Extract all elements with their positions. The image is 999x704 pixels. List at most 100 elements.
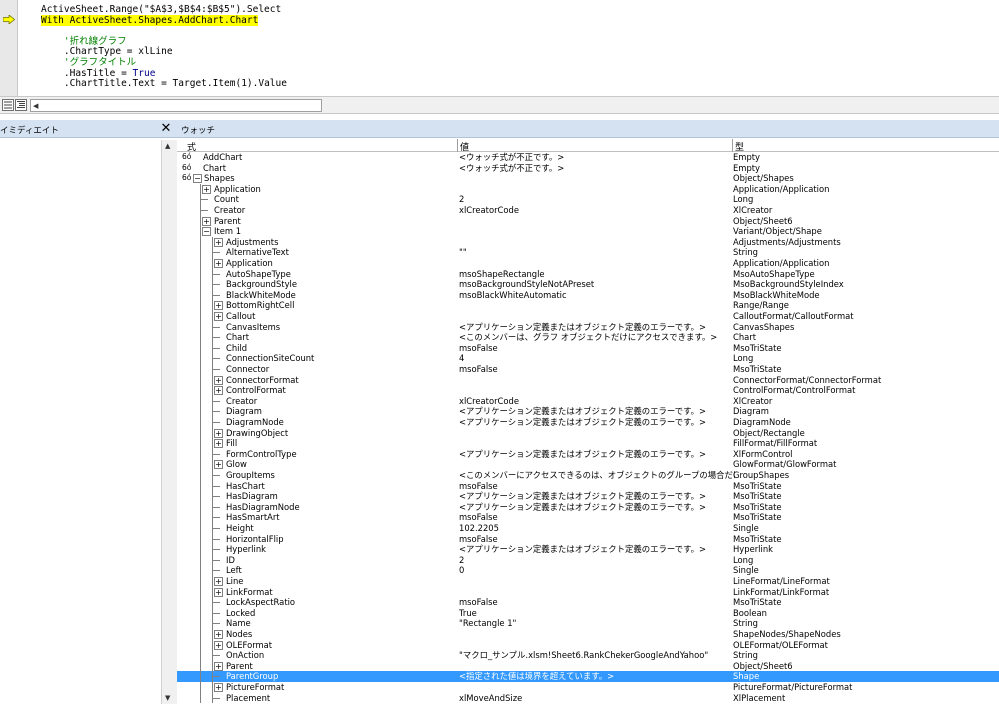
watch-row[interactable]: 6ó AddChart <ウォッチ式が不正です。> Empty — [177, 152, 999, 163]
watch-value[interactable]: <アプリケーション定義またはオブジェクト定義のエラーです。> — [459, 502, 735, 513]
column-divider[interactable] — [457, 139, 458, 152]
watch-row[interactable]: Height 102.2205 Single — [177, 523, 999, 534]
code-line[interactable]: .ChartTitle.Text = Target.Item(1).Value — [41, 78, 287, 90]
watch-row[interactable]: HasDiagramNode <アプリケーション定義またはオブジェクト定義のエラー… — [177, 501, 999, 513]
watch-row[interactable]: OnAction "マクロ_サンプル.xlsm!Sheet6.RankCheker… — [177, 650, 999, 661]
watch-value[interactable]: msoFalse — [459, 534, 735, 545]
watch-row[interactable]: ID 2 Long — [177, 554, 999, 566]
scroll-left-icon[interactable]: ◀ — [33, 102, 38, 110]
scroll-down-icon[interactable]: ▼ — [165, 694, 170, 702]
watch-value[interactable]: 2 — [459, 194, 735, 205]
watch-row[interactable]: + ConnectorFormat ConnectorFormat/Connecto… — [177, 374, 999, 386]
scroll-up-icon[interactable]: ▲ — [165, 142, 170, 150]
watch-row[interactable]: + OLEFormat OLEFormat/OLEFormat — [177, 639, 999, 651]
watch-row[interactable]: + Callout CalloutFormat/CalloutFormat — [177, 311, 999, 322]
code-lines[interactable]: ActiveSheet.Range("$A$3,$B$4:$B$5").Sele… — [41, 4, 287, 90]
watch-row[interactable]: HasChart msoFalse MsoTriState — [177, 480, 999, 492]
watch-value[interactable]: True — [459, 608, 735, 619]
watch-value[interactable]: msoFalse — [459, 512, 735, 523]
watch-value[interactable]: "Rectangle 1" — [459, 618, 735, 629]
watch-value[interactable]: <アプリケーション定義またはオブジェクト定義のエラーです。> — [459, 491, 735, 502]
watch-row[interactable]: LockAspectRatio msoFalse MsoTriState — [177, 597, 999, 608]
watch-row[interactable]: Connector msoFalse MsoTriState — [177, 364, 999, 375]
watch-row[interactable]: ConnectionSiteCount 4 Long — [177, 353, 999, 364]
watch-value[interactable]: <ウォッチ式が不正です。> — [459, 152, 735, 163]
watch-value[interactable]: <ウォッチ式が不正です。> — [459, 163, 735, 174]
watch-value[interactable]: <アプリケーション定義またはオブジェクト定義のエラーです。> — [459, 417, 735, 428]
watch-row[interactable]: Creator xlCreatorCode XlCreator — [177, 395, 999, 407]
watch-row[interactable]: + Glow GlowFormat/GlowFormat — [177, 459, 999, 470]
watch-value[interactable]: 4 — [459, 353, 735, 364]
watch-row[interactable]: + Adjustments Adjustments/Adjustments — [177, 236, 999, 248]
watch-value[interactable]: xlMoveAndSize — [459, 693, 735, 704]
watch-row[interactable]: Name "Rectangle 1" String — [177, 618, 999, 629]
watch-value[interactable]: <アプリケーション定義またはオブジェクト定義のエラーです。> — [459, 406, 735, 417]
watch-row[interactable]: + PictureFormat PictureFormat/PictureForma… — [177, 682, 999, 693]
collapse-icon[interactable]: − — [193, 174, 202, 184]
code-line[interactable]: With ActiveSheet.Shapes.AddChart.Chart — [41, 14, 287, 27]
watch-value[interactable]: msoFalse — [459, 364, 735, 375]
expand-icon[interactable]: + — [214, 237, 223, 247]
watch-row[interactable]: Diagram <アプリケーション定義またはオブジェクト定義のエラーです。> Dia… — [177, 406, 999, 417]
watch-row[interactable]: HorizontalFlip msoFalse MsoTriState — [177, 533, 999, 545]
watch-window[interactable]: ウォッチ 式 値 型 6ó AddChart <ウォッチ式が不正です。> Empty 6… — [177, 120, 999, 704]
watch-row[interactable]: + Nodes ShapeNodes/ShapeNodes — [177, 629, 999, 640]
code-horizontal-scrollbar[interactable]: ◀ — [30, 99, 322, 112]
column-divider[interactable] — [732, 139, 733, 152]
procedure-view-button[interactable] — [2, 99, 14, 111]
watch-value[interactable]: msoFalse — [459, 343, 735, 354]
watch-value[interactable]: <指定された値は境界を超えています。> — [459, 671, 735, 682]
expand-icon[interactable]: + — [214, 428, 223, 438]
watch-row[interactable]: Count 2 Long — [177, 194, 999, 205]
expand-icon[interactable]: + — [214, 439, 223, 449]
watch-row[interactable]: Hyperlink <アプリケーション定義またはオブジェクト定義のエラーです。> H… — [177, 544, 999, 555]
expand-icon[interactable]: + — [202, 184, 211, 194]
watch-row[interactable]: + ControlFormat ControlFormat/ControlForma… — [177, 385, 999, 396]
watch-value[interactable]: "マクロ_サンプル.xlsm!Sheet6.RankChekerGoogleAn… — [459, 650, 735, 661]
watch-row[interactable]: GroupItems <このメンバーにアクセスできるのは、オブジェクトのグループの… — [177, 470, 999, 481]
watch-row[interactable]: − Item 1 Variant/Object/Shape — [177, 226, 999, 237]
code-editor[interactable]: ActiveSheet.Range("$A$3,$B$4:$B$5").Sele… — [0, 0, 999, 96]
watch-value[interactable]: 2 — [459, 555, 735, 566]
watch-row[interactable]: AlternativeText "" String — [177, 247, 999, 258]
expand-icon[interactable]: + — [214, 683, 223, 692]
watch-value[interactable]: <アプリケーション定義またはオブジェクト定義のエラーです。> — [459, 322, 735, 333]
expand-icon[interactable]: + — [202, 216, 211, 226]
watch-row[interactable]: + LinkFormat LinkFormat/LinkFormat — [177, 586, 999, 598]
expand-icon[interactable]: + — [214, 460, 223, 470]
watch-row[interactable]: HasDiagram <アプリケーション定義またはオブジェクト定義のエラーです。>… — [177, 491, 999, 502]
watch-row[interactable]: 6ó − Shapes Object/Shapes — [177, 173, 999, 184]
watch-row[interactable]: CanvasItems <アプリケーション定義またはオブジェクト定義のエラーです。… — [177, 321, 999, 333]
watch-row[interactable]: Creator xlCreatorCode XlCreator — [177, 205, 999, 216]
watch-row[interactable]: Child msoFalse MsoTriState — [177, 342, 999, 354]
watch-row[interactable]: + Line LineFormat/LineFormat — [177, 576, 999, 587]
watch-value[interactable]: <アプリケーション定義またはオブジェクト定義のエラーです。> — [459, 544, 735, 555]
expand-icon[interactable]: + — [214, 386, 223, 396]
watch-row[interactable]: Locked True Boolean — [177, 607, 999, 619]
watch-value[interactable]: <アプリケーション定義またはオブジェクト定義のエラーです。> — [459, 449, 735, 460]
expand-icon[interactable]: + — [214, 301, 223, 311]
watch-value[interactable]: <このメンバーは、グラフ オブジェクトだけにアクセスできます。> — [459, 332, 735, 343]
expand-icon[interactable]: + — [214, 587, 223, 597]
close-icon[interactable]: ✕ — [159, 121, 173, 136]
expand-icon[interactable]: + — [214, 640, 223, 650]
watch-row[interactable]: FormControlType <アプリケーション定義またはオブジェクト定義のエラ… — [177, 448, 999, 460]
watch-rows[interactable]: 6ó AddChart <ウォッチ式が不正です。> Empty 6ó Chart <ウォッチ… — [177, 152, 999, 704]
watch-row[interactable]: + Application Application/Application — [177, 258, 999, 269]
watch-value[interactable]: msoFalse — [459, 481, 735, 492]
code-line[interactable]: ActiveSheet.Range("$A$3,$B$4:$B$5").Sele… — [41, 4, 287, 16]
watch-value[interactable]: "" — [459, 247, 735, 258]
watch-row[interactable]: + Parent Object/Sheet6 — [177, 215, 999, 227]
watch-row[interactable]: Placement xlMoveAndSize XlPlacement — [177, 692, 999, 704]
expand-icon[interactable]: + — [214, 630, 223, 639]
immediate-vertical-scrollbar[interactable]: ▲ ▼ — [161, 140, 177, 704]
collapse-icon[interactable]: − — [202, 227, 211, 237]
watch-row[interactable]: + Fill FillFormat/FillFormat — [177, 438, 999, 449]
watch-value[interactable]: msoBlackWhiteAutomatic — [459, 290, 735, 301]
watch-value[interactable]: msoBackgroundStyleNotAPreset — [459, 279, 735, 290]
watch-row[interactable]: ParentGroup <指定された値は境界を超えています。> Shape — [177, 671, 999, 682]
watch-row[interactable]: BackgroundStyle msoBackgroundStyleNotAPre… — [177, 279, 999, 290]
watch-value[interactable]: msoShapeRectangle — [459, 269, 735, 280]
full-module-view-button[interactable] — [15, 99, 27, 111]
watch-value[interactable]: 0 — [459, 565, 735, 576]
